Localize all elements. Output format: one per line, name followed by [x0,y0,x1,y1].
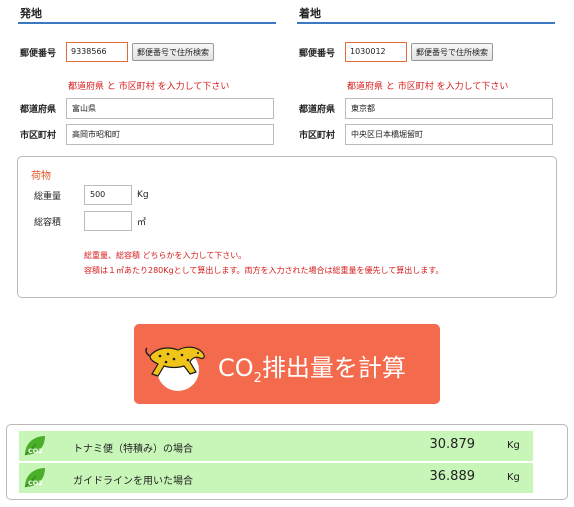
cargo-title: 荷物 [31,171,51,182]
cargo-volume-row: 総容積 ㎥ [34,211,146,231]
cargo-weight-row: 総重量 500 Kg [34,185,149,205]
co2-leaf-icon: CO2 [24,436,45,456]
origin-city-input[interactable]: 高岡市昭和町 [66,124,274,145]
cargo-weight-label: 総重量 [34,191,62,202]
origin-pref-input[interactable]: 富山県 [66,98,274,119]
destination-city-label: 市区町村 [299,131,336,141]
destination-title: 着地 [297,0,555,24]
destination-pref-label: 都道府県 [299,105,336,115]
origin-warning: 都道府県 と 市区町村 を入力して下さい [68,82,230,92]
destination-zip-label: 郵便番号 [299,48,336,59]
cargo-volume-label: 総容積 [34,217,62,228]
origin-zip-label: 郵便番号 [20,48,57,59]
calculate-label-rest: 排出量を計算 [261,354,406,382]
origin-zip-search-button[interactable]: 郵便番号で住所検索 [132,43,214,61]
origin-title: 発地 [18,0,276,24]
origin-city-label: 市区町村 [20,131,57,141]
cargo-note-line1: 総重量、総容積 どちらかを入力して下さい。 [84,251,247,260]
result-row-guideline: CO2 ガイドラインを用いた場合 36.889 Kg [19,463,533,493]
co2-leaf-icon: CO2 [24,468,45,488]
destination-section: 着地 郵便番号 1030012 郵便番号で住所検索 都道府県 と 市区町村 を入… [297,0,555,145]
results-panel: CO2 トナミ便（特積み）の場合 30.879 Kg CO2 ガイドラインを用い… [6,424,568,500]
result-value: 36.889 [429,469,476,484]
calculate-label-subscript: 2 [253,370,262,386]
destination-zip-input[interactable]: 1030012 [345,42,407,62]
cargo-panel: 荷物 総重量 500 Kg 総容積 ㎥ 総重量、総容積 どちらかを入力して下さい… [17,156,557,298]
destination-zip-search-button[interactable]: 郵便番号で住所検索 [411,43,493,61]
cargo-weight-unit: Kg [137,190,149,200]
svg-text:CO2: CO2 [28,479,43,487]
cargo-volume-input[interactable] [84,211,132,231]
result-row-tonami: CO2 トナミ便（特積み）の場合 30.879 Kg [19,431,533,461]
origin-zip-input[interactable]: 9338566 [66,42,128,62]
calculate-label: CO2排出量を計算 [218,348,406,386]
result-label: ガイドラインを用いた場合 [73,476,193,487]
destination-zip-row: 郵便番号 1030012 郵便番号で住所検索 [297,42,493,62]
origin-pref-label: 都道府県 [20,105,57,115]
origin-city-row: 市区町村 高岡市昭和町 [18,124,274,145]
destination-city-input[interactable]: 中央区日本橋堀留町 [345,124,553,145]
cargo-weight-input[interactable]: 500 [84,185,132,205]
result-unit: Kg [507,472,520,483]
origin-zip-row: 郵便番号 9338566 郵便番号で住所検索 [18,42,214,62]
destination-warning: 都道府県 と 市区町村 を入力して下さい [347,82,509,92]
calculate-co2-button[interactable]: CO2排出量を計算 [134,324,440,404]
calculate-label-co: CO [218,354,254,382]
svg-text:CO2: CO2 [28,447,43,455]
result-unit: Kg [507,440,520,451]
cargo-volume-unit: ㎥ [137,217,147,228]
origin-pref-row: 都道府県 富山県 [18,98,274,119]
destination-city-row: 市区町村 中央区日本橋堀留町 [297,124,553,145]
cheetah-logo-icon [145,346,205,391]
origin-section: 発地 郵便番号 9338566 郵便番号で住所検索 都道府県 と 市区町村 を入… [18,0,276,145]
destination-pref-row: 都道府県 東京都 [297,98,553,119]
cargo-note-line2: 容積は１㎥あたり280Kgとして算出します。両方を入力された場合は総重量を優先し… [84,266,444,275]
destination-pref-input[interactable]: 東京都 [345,98,553,119]
result-label: トナミ便（特積み）の場合 [73,444,193,455]
result-value: 30.879 [429,437,476,452]
